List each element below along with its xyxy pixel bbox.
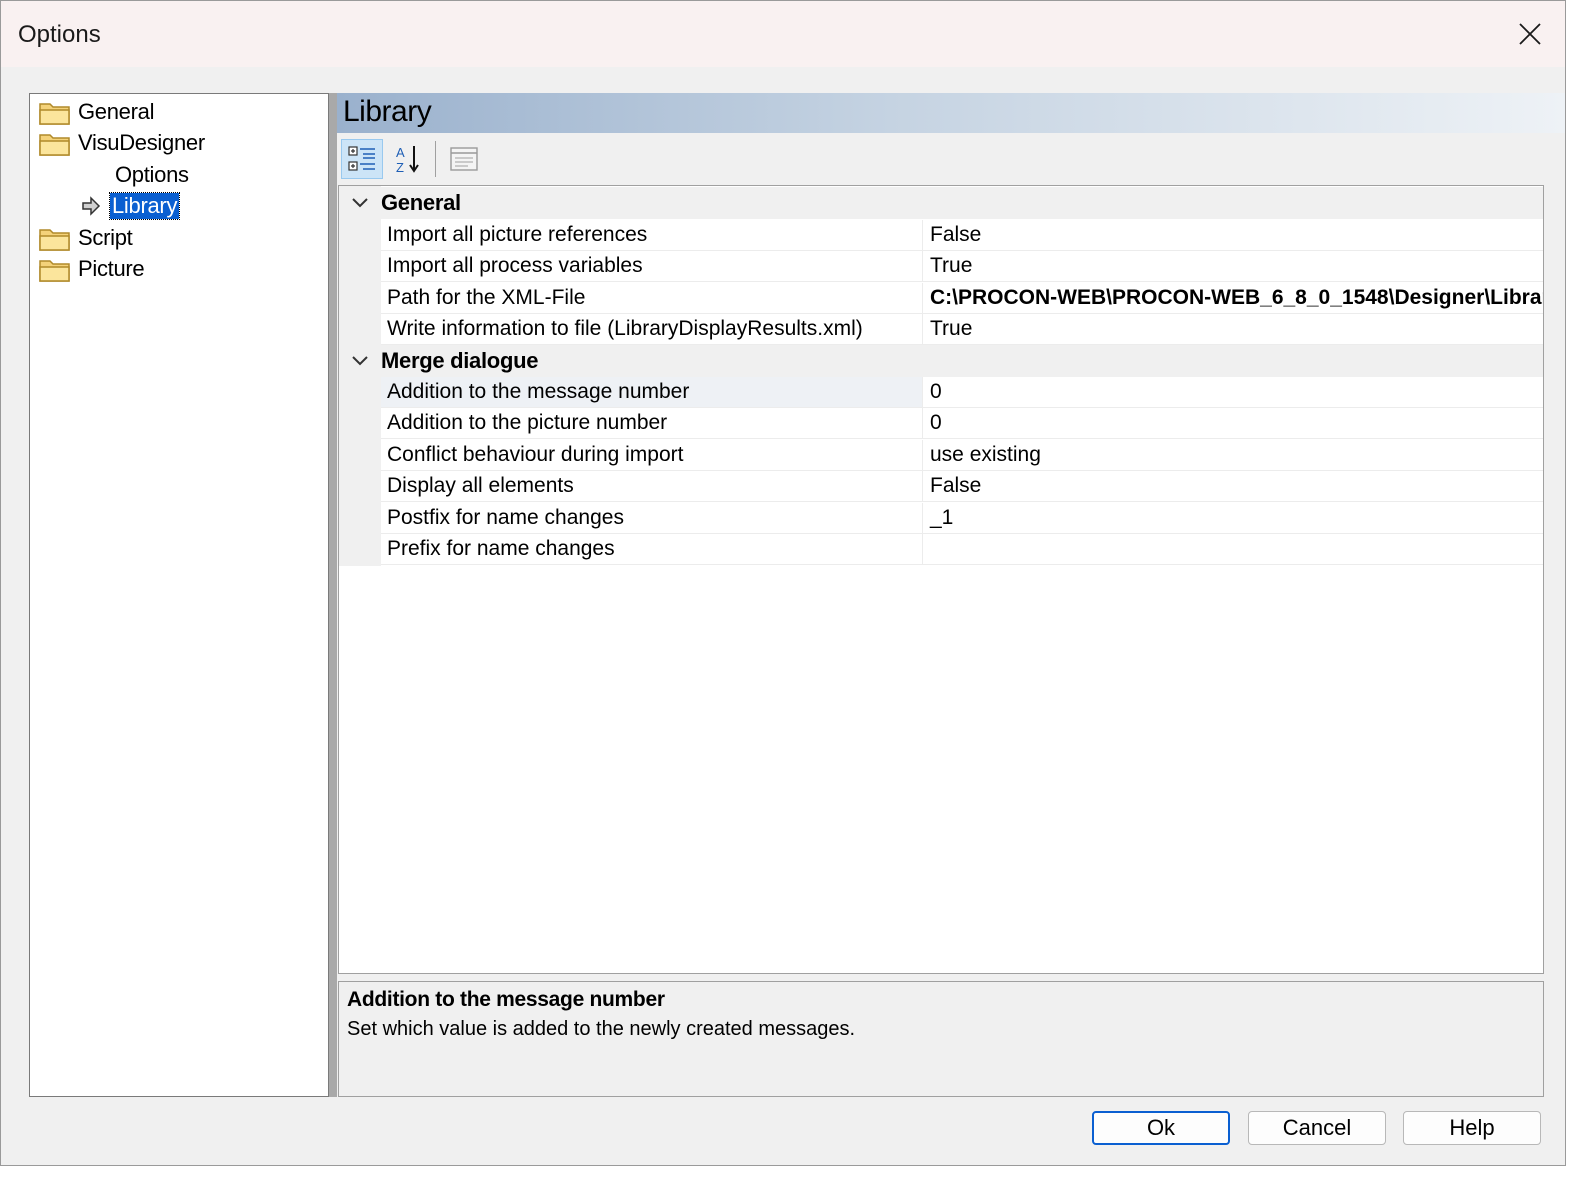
- property-name: Import all process variables: [381, 251, 923, 281]
- property-name: Write information to file (LibraryDispla…: [381, 314, 923, 344]
- tree-label: Picture: [78, 256, 145, 281]
- categorized-icon: [348, 146, 375, 171]
- options-dialog: Options General VisuDesigner Options Lib…: [0, 0, 1566, 1166]
- tree-item-visudesigner[interactable]: VisuDesigner: [38, 128, 205, 158]
- ok-button[interactable]: Ok: [1092, 1111, 1230, 1145]
- property-value[interactable]: C:\PROCON-WEB\PROCON-WEB_6_8_0_1548\Desi…: [923, 283, 1543, 313]
- toolbar-separator: [435, 141, 436, 177]
- property-name: Addition to the picture number: [381, 408, 923, 438]
- property-value[interactable]: True: [923, 251, 1543, 281]
- property-value[interactable]: True: [923, 314, 1543, 344]
- description-title: Addition to the message number: [347, 988, 665, 1011]
- description-panel: Addition to the message number Set which…: [338, 981, 1544, 1097]
- tree-item-script[interactable]: Script: [38, 223, 133, 253]
- chevron-down-icon: [352, 356, 368, 366]
- property-value[interactable]: 0: [923, 377, 1543, 407]
- splitter[interactable]: [329, 93, 337, 1097]
- property-row[interactable]: Addition to the message number 0: [381, 377, 1543, 408]
- property-pages-button[interactable]: [443, 139, 485, 179]
- property-row[interactable]: Display all elements False: [381, 471, 1543, 502]
- category-label: General: [381, 190, 461, 215]
- property-value[interactable]: False: [923, 220, 1543, 250]
- property-grid: General Import all picture references Fa…: [338, 185, 1544, 974]
- property-row[interactable]: Prefix for name changes: [381, 534, 1543, 565]
- title-bar: Options: [1, 1, 1565, 67]
- panel-header: Library: [337, 93, 1565, 133]
- category-general[interactable]: General: [339, 187, 1543, 219]
- property-toolbar: A Z: [337, 133, 1565, 183]
- category-merge-dialogue[interactable]: Merge dialogue: [339, 345, 1543, 377]
- property-row[interactable]: Write information to file (LibraryDispla…: [381, 314, 1543, 345]
- tree-label: General: [78, 99, 155, 124]
- chevron-down-icon: [352, 198, 368, 208]
- description-text: Set which value is added to the newly cr…: [347, 1018, 856, 1040]
- cancel-button[interactable]: Cancel: [1248, 1111, 1386, 1145]
- property-row[interactable]: Conflict behaviour during import use exi…: [381, 440, 1543, 471]
- folder-icon: [39, 260, 70, 282]
- svg-text:Z: Z: [396, 160, 404, 175]
- property-value[interactable]: [923, 534, 1543, 564]
- tree-item-options[interactable]: Options: [115, 160, 189, 190]
- arrow-right-icon: [82, 196, 101, 216]
- property-value[interactable]: use existing: [923, 440, 1543, 470]
- property-row[interactable]: Addition to the picture number 0: [381, 408, 1543, 439]
- help-button[interactable]: Help: [1403, 1111, 1541, 1145]
- tree-item-library[interactable]: Library: [80, 191, 181, 221]
- category-label: Merge dialogue: [381, 348, 539, 373]
- property-pages-icon: [450, 147, 478, 171]
- sort-alphabetical-icon: A Z: [396, 145, 419, 175]
- property-name: Conflict behaviour during import: [381, 440, 923, 470]
- property-name: Postfix for name changes: [381, 503, 923, 533]
- property-row[interactable]: Postfix for name changes _1: [381, 503, 1543, 534]
- property-name: Path for the XML-File: [381, 283, 923, 313]
- tree-item-general[interactable]: General: [38, 97, 154, 127]
- property-name: Prefix for name changes: [381, 534, 923, 564]
- options-tree: General VisuDesigner Options Library Scr…: [29, 93, 329, 1097]
- window-title: Options: [18, 21, 101, 48]
- tree-label: VisuDesigner: [78, 130, 205, 155]
- categorized-button[interactable]: [341, 139, 383, 179]
- property-value[interactable]: _1: [923, 503, 1543, 533]
- close-button[interactable]: [1495, 1, 1565, 67]
- folder-icon: [39, 229, 70, 251]
- property-name: Display all elements: [381, 471, 923, 501]
- property-value[interactable]: False: [923, 471, 1543, 501]
- folder-icon: [39, 103, 70, 125]
- tree-item-picture[interactable]: Picture: [38, 254, 145, 284]
- tree-label: Library: [108, 192, 181, 220]
- panel-title: Library: [343, 95, 432, 128]
- svg-text:A: A: [396, 145, 405, 160]
- close-icon: [1519, 23, 1541, 45]
- property-row[interactable]: Path for the XML-File C:\PROCON-WEB\PROC…: [381, 283, 1543, 314]
- folder-icon: [39, 134, 70, 156]
- sort-alphabetical-button[interactable]: A Z: [387, 139, 429, 179]
- property-row[interactable]: Import all picture references False: [381, 220, 1543, 251]
- property-value[interactable]: 0: [923, 408, 1543, 438]
- tree-label: Options: [115, 162, 189, 187]
- tree-label: Script: [78, 225, 133, 250]
- property-name: Addition to the message number: [381, 377, 923, 407]
- property-row[interactable]: Import all process variables True: [381, 251, 1543, 282]
- property-name: Import all picture references: [381, 220, 923, 250]
